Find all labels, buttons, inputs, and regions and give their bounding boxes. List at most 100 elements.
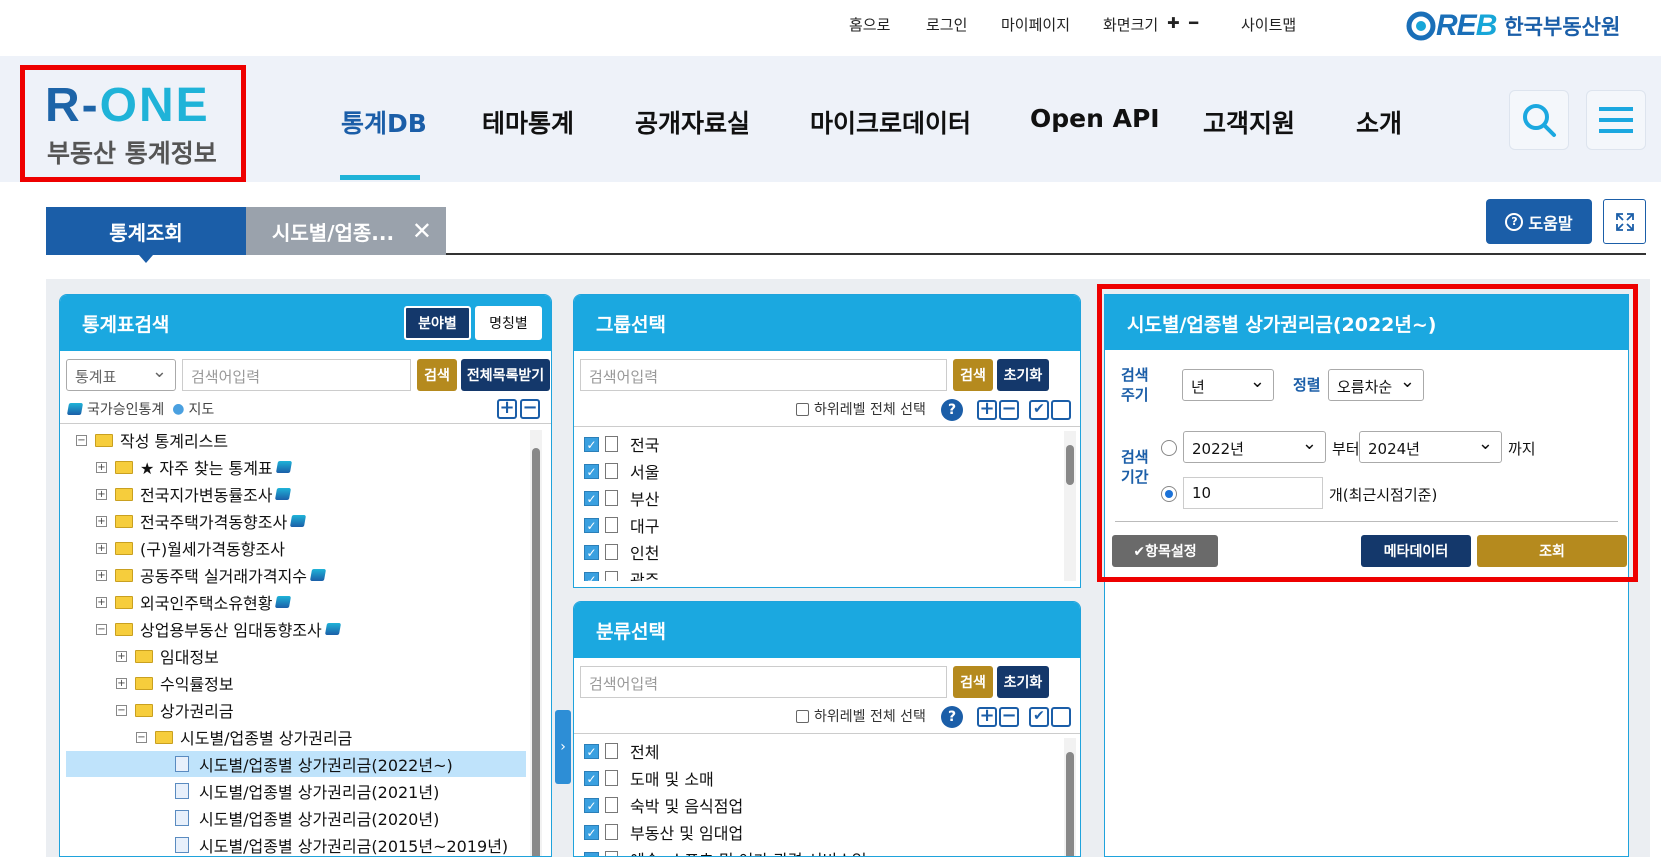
group-expand-button[interactable]: +	[977, 400, 997, 420]
class-help-icon[interactable]: ?	[941, 706, 963, 728]
tab-current-table[interactable]: 시도별/업종... ✕	[246, 207, 446, 255]
tree-folder-item[interactable]: + 전국주택가격동향조사	[96, 508, 307, 534]
tree-table-item[interactable]: 시도별/업종별 상가권리금(2022년~)	[66, 751, 526, 777]
tree-table-item[interactable]: 시도별/업종별 상가권리금(2021년)	[156, 778, 439, 804]
list-item[interactable]: ✓ 숙박 및 음식점업	[584, 792, 743, 818]
expand-icon[interactable]: +	[116, 677, 127, 689]
list-item[interactable]: ✓ 예술, 스포츠 및 여가 관련 서비스업	[584, 846, 867, 856]
group-search-button[interactable]: 검색	[953, 359, 993, 391]
group-scrollbar[interactable]	[1064, 431, 1076, 581]
group-check-all-button[interactable]: ✔	[1029, 400, 1049, 420]
home-link[interactable]: 홈으로	[849, 14, 890, 35]
checkbox-checked[interactable]: ✓	[584, 770, 599, 786]
tab-stat-query[interactable]: 통계조회	[46, 207, 246, 263]
reb-logo[interactable]: REB 한국부동산원	[1406, 9, 1620, 42]
list-item[interactable]: ✓ 전국	[584, 431, 659, 457]
expand-icon[interactable]: +	[96, 461, 107, 473]
menu-theme-stat[interactable]: 테마통계	[482, 104, 574, 140]
group-uncheck-all-button[interactable]	[1051, 400, 1071, 420]
expand-icon[interactable]: +	[96, 542, 107, 554]
tree-folder-item[interactable]: + 전국지가변동률조사	[96, 481, 292, 507]
tree-table-item[interactable]: 시도별/업종별 상가권리금(2015년~2019년)	[156, 832, 508, 856]
menu-stat-db[interactable]: 통계DB	[341, 104, 427, 140]
checkbox-checked[interactable]: ✓	[584, 436, 599, 452]
tree-folder-item[interactable]: − 작성 통계리스트	[76, 427, 228, 453]
checkbox-checked[interactable]: ✓	[584, 544, 599, 560]
class-scrollbar[interactable]	[1064, 738, 1076, 856]
menu-microdata[interactable]: 마이크로데이터	[810, 104, 971, 140]
tree-folder-item[interactable]: − 시도별/업종별 상가권리금	[136, 724, 352, 750]
checkbox-checked[interactable]: ✓	[584, 517, 599, 533]
menu-open-api[interactable]: Open API	[1030, 104, 1160, 133]
tree-folder-item[interactable]: + ★ 자주 찾는 통계표	[96, 454, 292, 480]
r-one-logo[interactable]: R-ONE 부동산 통계정보	[20, 65, 246, 182]
menu-library[interactable]: 공개자료실	[635, 104, 750, 140]
list-item[interactable]: ✓ 광주	[584, 566, 659, 581]
panel-toggle-button[interactable]: ›	[555, 710, 571, 784]
expand-icon[interactable]: +	[96, 515, 107, 527]
tree-folder-item[interactable]: − 상가권리금	[116, 697, 234, 723]
collapse-icon[interactable]: −	[116, 704, 127, 716]
tree-folder-item[interactable]: + (구)월세가격동향조사	[96, 535, 285, 561]
group-sublevel-checkbox[interactable]: 하위레벨 전체 선택	[796, 399, 926, 419]
tree-folder-item[interactable]: + 수익률정보	[116, 670, 234, 696]
expand-icon[interactable]: +	[96, 488, 107, 500]
by-field-button[interactable]: 분야별	[404, 306, 471, 340]
help-button[interactable]: ? 도움말	[1486, 199, 1592, 244]
checkbox-checked[interactable]: ✓	[584, 743, 599, 759]
zoom-in-button[interactable]: ✚	[1167, 14, 1180, 32]
collapse-icon[interactable]: −	[76, 434, 87, 446]
class-search-button[interactable]: 검색	[953, 666, 993, 698]
list-item[interactable]: ✓ 부동산 및 임대업	[584, 819, 743, 845]
checkbox-checked[interactable]: ✓	[584, 463, 599, 479]
menu-support[interactable]: 고객지원	[1203, 104, 1295, 140]
list-item[interactable]: ✓ 도매 및 소매	[584, 765, 714, 791]
stat-search-input[interactable]: 검색어입력	[182, 359, 411, 391]
class-expand-button[interactable]: +	[977, 707, 997, 727]
close-icon[interactable]: ✕	[412, 217, 432, 245]
group-search-input[interactable]: 검색어입력	[580, 359, 947, 391]
login-link[interactable]: 로그인	[926, 14, 967, 35]
checkbox-checked[interactable]: ✓	[584, 824, 599, 840]
checkbox-checked[interactable]: ✓	[584, 797, 599, 813]
list-item[interactable]: ✓ 전체	[584, 738, 659, 764]
tree-folder-item[interactable]: + 임대정보	[116, 643, 219, 669]
group-reset-button[interactable]: 초기화	[997, 359, 1049, 391]
list-item[interactable]: ✓ 대구	[584, 512, 659, 538]
collapse-icon[interactable]: −	[136, 731, 147, 743]
expand-icon[interactable]: +	[116, 650, 127, 662]
list-item[interactable]: ✓ 인천	[584, 539, 659, 565]
sitemap-link[interactable]: 사이트맵	[1241, 14, 1296, 35]
expand-icon[interactable]: +	[96, 596, 107, 608]
checkbox-checked[interactable]: ✓	[584, 851, 599, 856]
menu-button[interactable]	[1586, 90, 1646, 150]
group-help-icon[interactable]: ?	[941, 399, 963, 421]
menu-about[interactable]: 소개	[1356, 104, 1402, 140]
class-check-all-button[interactable]: ✔	[1029, 707, 1049, 727]
fullscreen-button[interactable]	[1603, 199, 1646, 244]
stat-type-select[interactable]: 통계표	[66, 359, 176, 391]
class-sublevel-checkbox[interactable]: 하위레벨 전체 선택	[796, 706, 926, 726]
tree-table-item[interactable]: 시도별/업종별 상가권리금(2020년)	[156, 805, 439, 831]
tree-folder-item[interactable]: + 공동주택 실거래가격지수	[96, 562, 327, 588]
zoom-out-button[interactable]: ━	[1189, 14, 1198, 32]
collapse-all-button[interactable]: −	[520, 399, 540, 419]
checkbox-checked[interactable]: ✓	[584, 490, 599, 506]
tree-folder-item[interactable]: + 외국인주택소유현황	[96, 589, 292, 615]
tree-folder-item[interactable]: − 상업용부동산 임대동향조사	[96, 616, 341, 642]
group-collapse-button[interactable]: −	[999, 400, 1019, 420]
class-search-input[interactable]: 검색어입력	[580, 666, 947, 698]
tree-scrollbar[interactable]	[530, 430, 542, 856]
class-reset-button[interactable]: 초기화	[997, 666, 1049, 698]
expand-all-button[interactable]: +	[497, 399, 517, 419]
list-item[interactable]: ✓ 서울	[584, 458, 659, 484]
mypage-link[interactable]: 마이페이지	[1001, 14, 1070, 35]
stat-search-button[interactable]: 검색	[417, 359, 457, 391]
expand-icon[interactable]: +	[96, 569, 107, 581]
by-name-button[interactable]: 명칭별	[475, 306, 542, 340]
list-item[interactable]: ✓ 부산	[584, 485, 659, 511]
class-uncheck-all-button[interactable]	[1051, 707, 1071, 727]
class-collapse-button[interactable]: −	[999, 707, 1019, 727]
search-button[interactable]	[1509, 90, 1569, 150]
checkbox-checked[interactable]: ✓	[584, 571, 599, 581]
